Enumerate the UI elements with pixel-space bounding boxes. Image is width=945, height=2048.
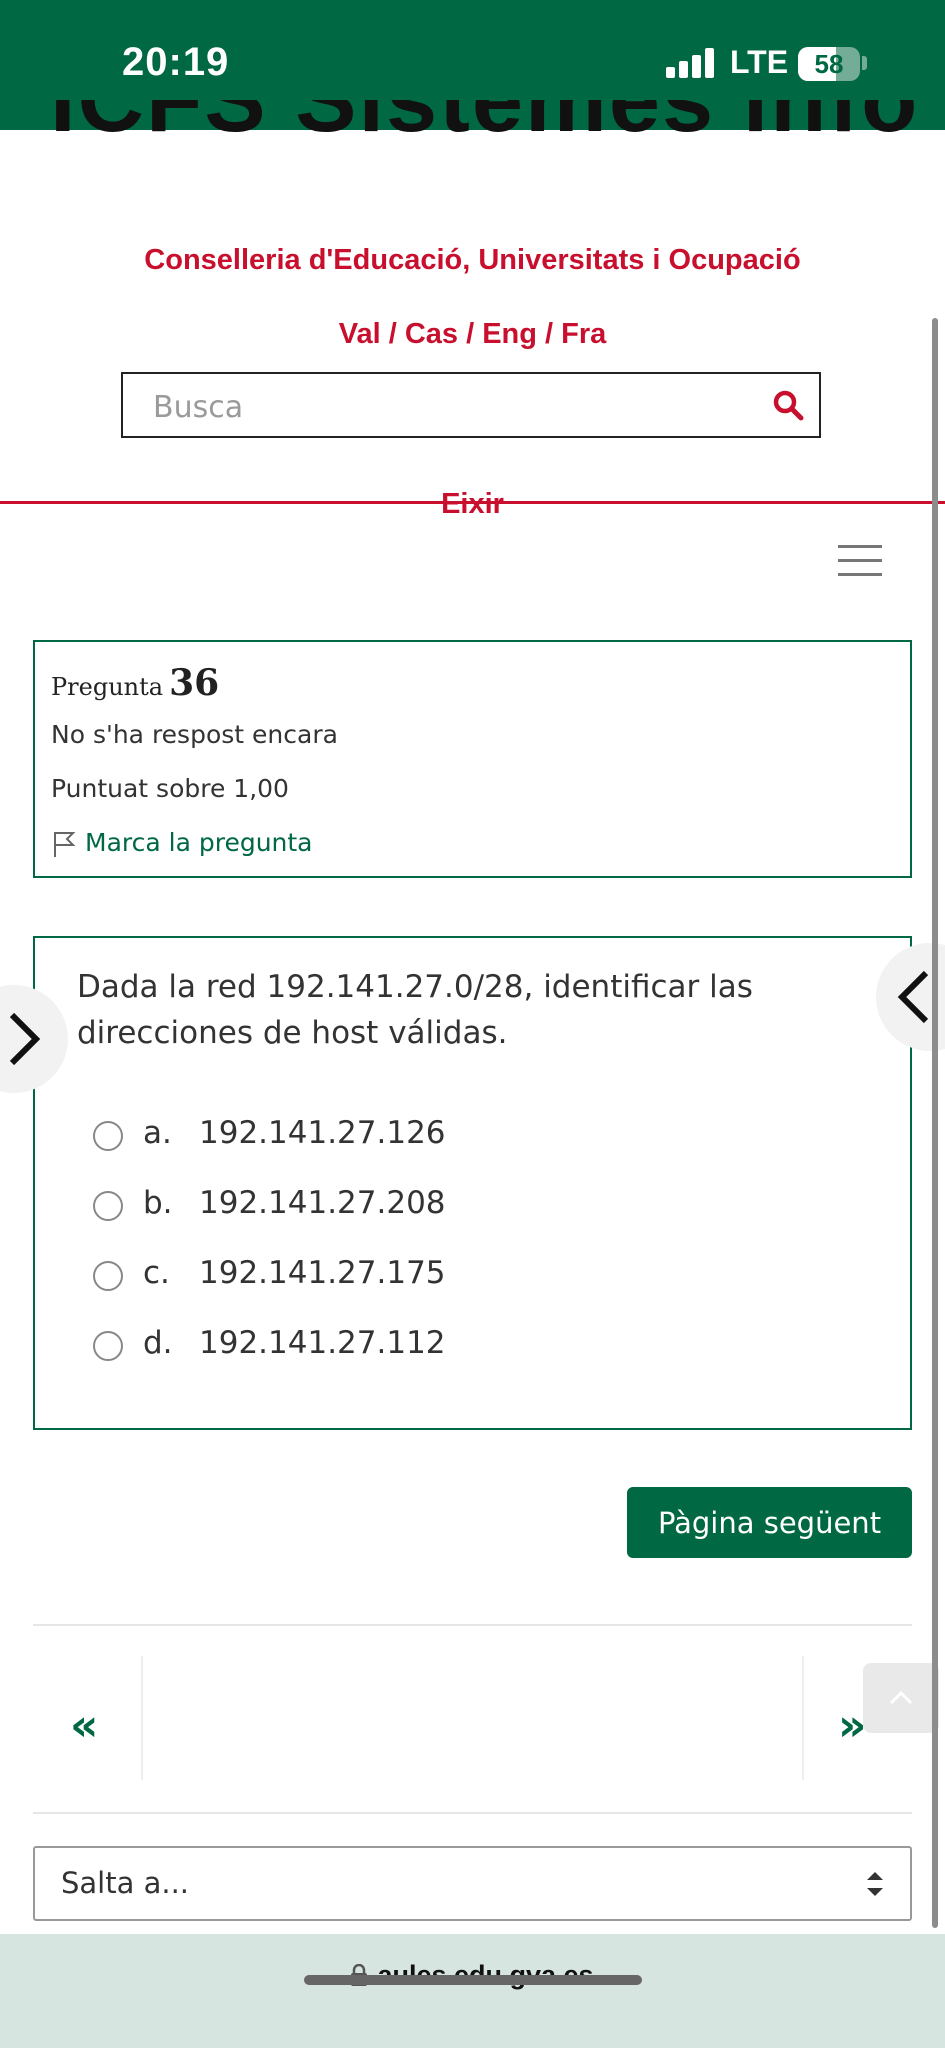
question-label-text: Pregunta: [51, 673, 164, 701]
question-text: Dada la red 192.141.27.0/28, identificar…: [77, 969, 753, 1051]
next-page-button[interactable]: Pàgina següent: [627, 1487, 912, 1558]
radio-button[interactable]: [93, 1191, 123, 1221]
flag-icon: [54, 832, 76, 857]
flag-question-link[interactable]: Marca la pregunta: [51, 828, 313, 858]
signal-icon: [666, 48, 716, 78]
network-type: LTE: [730, 44, 789, 80]
battery-icon: 58: [798, 47, 860, 81]
answer-letter: b.: [143, 1185, 173, 1221]
radio-button[interactable]: [93, 1121, 123, 1151]
site-title-text: ICFS Sistemes inform...: [50, 100, 920, 146]
status-time: 20:19: [122, 40, 230, 84]
answer-value: 192.141.27.112: [199, 1325, 446, 1361]
scrollbar[interactable]: [932, 318, 938, 1928]
divider: [141, 1656, 143, 1780]
radio-button[interactable]: [93, 1261, 123, 1291]
answer-letter: d.: [143, 1325, 173, 1361]
back-to-top-button[interactable]: [863, 1663, 939, 1733]
chevron-left-icon: [897, 970, 929, 1024]
answer-value: 192.141.27.208: [199, 1185, 446, 1221]
flag-question-label: Marca la pregunta: [85, 828, 313, 857]
answer-letter: c.: [143, 1255, 170, 1291]
department-link[interactable]: Conselleria d'Educació, Universitats i O…: [0, 244, 945, 277]
search-bar: [121, 372, 821, 438]
jump-to-label: Salta a...: [61, 1866, 190, 1900]
question-content: Dada la red 192.141.27.0/28, identificar…: [33, 936, 912, 1430]
radio-button[interactable]: [93, 1331, 123, 1361]
site-title[interactable]: ICFS Sistemes inform...: [40, 100, 920, 146]
search-input[interactable]: [151, 386, 735, 428]
search-icon[interactable]: [771, 388, 805, 422]
browser-url-bar[interactable]: aules.edu.gva.es: [0, 1934, 945, 2048]
chevron-up-icon: [889, 1690, 913, 1705]
divider: [33, 1812, 912, 1814]
language-selector[interactable]: Val / Cas / Eng / Fra: [0, 318, 945, 351]
divider: [33, 1624, 912, 1626]
jump-to-select[interactable]: Salta a...: [33, 1846, 912, 1921]
question-status: No s'ha respost encara: [51, 720, 338, 749]
divider: [802, 1656, 804, 1780]
chevron-right-icon: [9, 1012, 41, 1066]
battery-level: 58: [814, 49, 844, 79]
question-grade: Puntuat sobre 1,00: [51, 774, 289, 803]
logout-link[interactable]: Eixir: [0, 488, 945, 521]
select-arrows-icon: [867, 1872, 883, 1896]
question-label: Pregunta 36: [51, 662, 219, 704]
answer-value: 192.141.27.175: [199, 1255, 446, 1291]
answer-letter: a.: [143, 1115, 172, 1151]
question-info: Pregunta 36 No s'ha respost encara Puntua…: [33, 640, 912, 878]
previous-activity-link[interactable]: «: [70, 1700, 98, 1751]
answer-value: 192.141.27.126: [199, 1115, 446, 1151]
menu-icon[interactable]: [838, 545, 882, 577]
home-indicator[interactable]: [304, 1975, 642, 1985]
question-number: 36: [169, 662, 220, 704]
battery-tip: [862, 56, 867, 70]
